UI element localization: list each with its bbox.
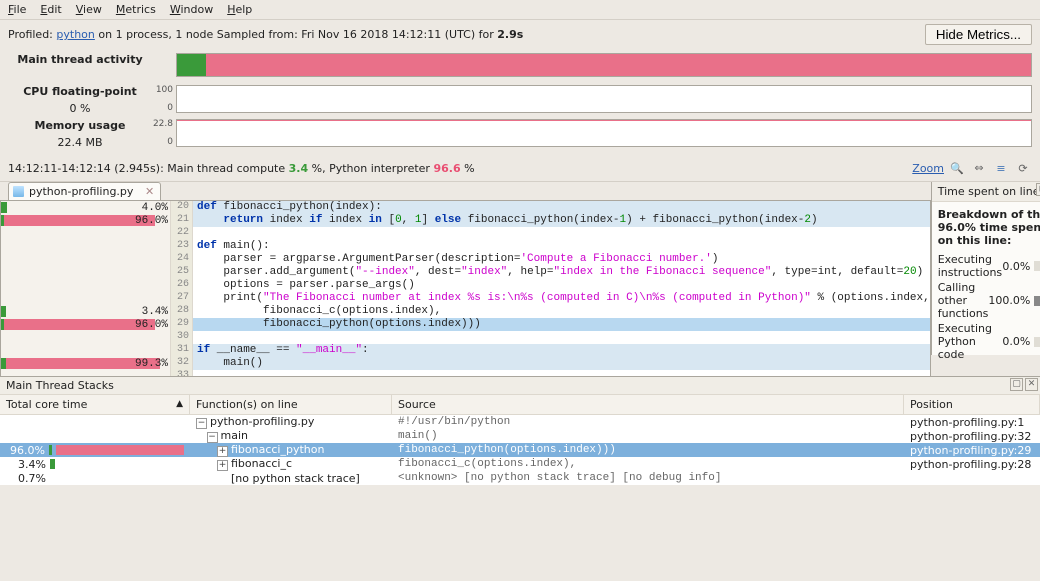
list-icon[interactable]: ≡: [992, 159, 1010, 177]
menu-view[interactable]: View: [76, 3, 102, 16]
status-line: 14:12:11-14:12:14 (2.945s): Main thread …: [0, 155, 1040, 182]
line-percent-gutter: 4.0%96.0%3.4%96.0%99.3%: [1, 201, 171, 383]
metric-cpu-bar[interactable]: [176, 85, 1032, 113]
metric-cpu-label: CPU floating-point: [8, 85, 152, 98]
hide-metrics-button[interactable]: Hide Metrics...: [925, 24, 1032, 45]
col-total-time[interactable]: Total core time▲: [0, 395, 190, 414]
table-row[interactable]: 3.4% +fibonacci_cfibonacci_c(options.ind…: [0, 457, 1040, 471]
metric-main-thread-label: Main thread activity: [8, 53, 152, 66]
file-tab-label: python-profiling.py: [29, 185, 133, 198]
refresh-icon[interactable]: ⟳: [1014, 159, 1032, 177]
table-row[interactable]: 0.7% [no python stack trace]<unknown> [n…: [0, 471, 1040, 485]
file-tab[interactable]: python-profiling.py ✕: [8, 182, 161, 200]
expander-icon[interactable]: +: [217, 460, 228, 471]
detach-icon[interactable]: ▢: [1010, 378, 1023, 391]
profiled-prefix: Profiled:: [8, 28, 56, 41]
menu-window[interactable]: Window: [170, 3, 213, 16]
metrics-panel: Main thread activity CPU floating-point0…: [0, 49, 1040, 155]
col-source[interactable]: Source: [392, 395, 904, 414]
col-function[interactable]: Function(s) on line: [190, 395, 392, 414]
table-row[interactable]: 96.0% +fibonacci_pythonfibonacci_python(…: [0, 443, 1040, 457]
menu-help[interactable]: Help: [227, 3, 252, 16]
detach-icon[interactable]: ▢: [1036, 183, 1040, 196]
table-row[interactable]: −python-profiling.py#!/usr/bin/pythonpyt…: [0, 415, 1040, 429]
menu-bar: File Edit View Metrics Window Help: [0, 0, 1040, 20]
expander-icon[interactable]: +: [217, 446, 228, 457]
zoom-link[interactable]: Zoom: [912, 162, 944, 175]
sort-arrow-icon: ▲: [176, 399, 183, 409]
stack-table-body: −python-profiling.py#!/usr/bin/pythonpyt…: [0, 415, 1040, 485]
expander-icon[interactable]: −: [196, 418, 207, 429]
line-number-gutter: 2021222324252627282930313233: [171, 201, 193, 383]
profiled-info: Profiled: python on 1 process, 1 node Sa…: [0, 20, 1040, 49]
profiled-link[interactable]: python: [56, 28, 94, 41]
table-row[interactable]: −mainmain()python-profiling.py:32: [0, 429, 1040, 443]
zoom-icon[interactable]: 🔍: [948, 159, 966, 177]
breakdown-row: Executing Python code0.0%: [938, 322, 1040, 361]
code-editor[interactable]: def fibonacci_python(index): return inde…: [193, 201, 930, 383]
menu-metrics[interactable]: Metrics: [116, 3, 156, 16]
resize-icon[interactable]: ⇕: [970, 159, 988, 177]
col-position[interactable]: Position: [904, 395, 1040, 414]
stack-table-header: Total core time▲ Function(s) on line Sou…: [0, 395, 1040, 415]
expander-icon[interactable]: −: [207, 432, 218, 443]
side-panel-title: Time spent on line 29: [938, 185, 1040, 198]
metric-mem-bar[interactable]: [176, 119, 1032, 147]
breakdown-row: Calling other functions100.0%: [938, 281, 1040, 320]
stack-panel-header: Main Thread Stacks ▢ ✕: [0, 376, 1040, 395]
menu-edit[interactable]: Edit: [40, 3, 61, 16]
line-breakdown-panel: Time spent on line 29 ▢ ✕ Breakdown of t…: [931, 182, 1040, 355]
close-panel-icon[interactable]: ✕: [1025, 378, 1038, 391]
close-icon[interactable]: ✕: [145, 185, 154, 198]
menu-file[interactable]: File: [8, 3, 26, 16]
metric-main-thread-bar[interactable]: [176, 53, 1032, 77]
metric-mem-label: Memory usage: [8, 119, 152, 132]
breakdown-row: Executing instructions0.0%: [938, 253, 1040, 279]
